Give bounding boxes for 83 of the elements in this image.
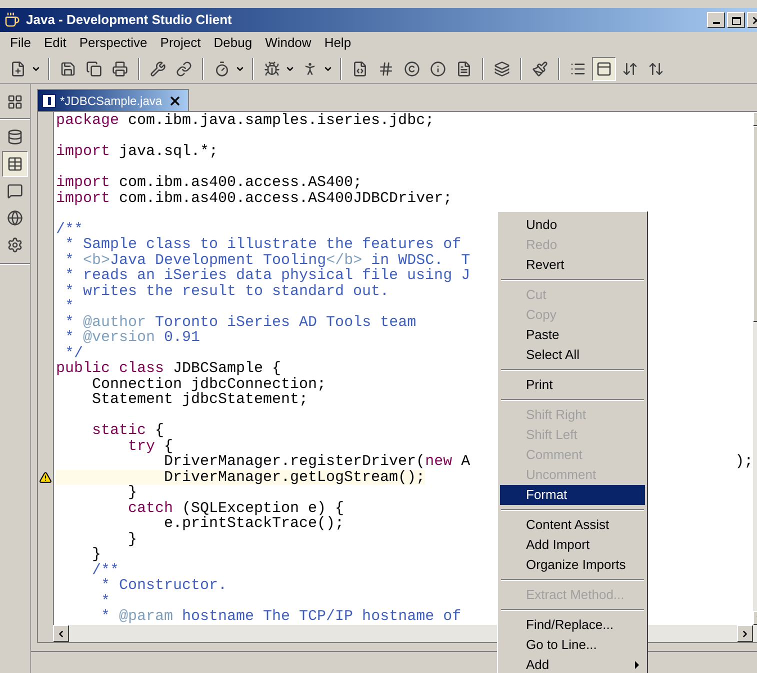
brush-icon (532, 60, 548, 76)
menu-item[interactable]: Revert (500, 255, 645, 275)
code-line: DriverManager.registerDriver(new A (163, 454, 470, 470)
code-line: } (91, 547, 102, 562)
code-line: } (127, 532, 138, 547)
code-line: import com.ibm.as400.access.AS400JDBCDriver; (56, 190, 452, 206)
menu-item[interactable]: Edit (38, 33, 72, 53)
globe-icon (7, 210, 23, 226)
print-icon (112, 60, 128, 76)
code-line: public class JDBCSample { (56, 361, 282, 376)
code-line: } (127, 485, 138, 500)
menu-item[interactable]: File (4, 33, 37, 53)
code-line: catch (SQLException e) { (127, 500, 344, 516)
menu-item[interactable]: Add (500, 655, 645, 673)
code-line: import java.sql.*; (56, 144, 218, 160)
menu-item[interactable]: Organize Imports (500, 555, 645, 575)
menu-item[interactable]: Undo (500, 215, 645, 235)
menu-item[interactable]: Format (500, 485, 645, 505)
link-icon (176, 60, 192, 76)
minimize-button[interactable] (707, 12, 725, 28)
window-title: Java - Development Studio Client (26, 11, 233, 30)
layers-icon (494, 60, 510, 76)
close-icon (168, 94, 182, 108)
speech-bubble-icon (7, 183, 23, 199)
info-icon (430, 60, 446, 76)
code-line: e.printStackTrace(); (163, 516, 344, 532)
menu-item[interactable]: Help (318, 33, 358, 53)
code-line: * Constructor. (100, 578, 228, 594)
menu-item[interactable]: Perspective (73, 33, 154, 53)
code-line: * Sample class to illustrate the features of (64, 237, 462, 252)
code-line: * @version 0.91 (64, 330, 200, 346)
editor-tab[interactable]: *JDBCSample.java (37, 89, 190, 111)
java-file-icon (42, 94, 56, 108)
window-icon (596, 60, 612, 76)
file-code-icon (352, 60, 368, 76)
toolbar-button[interactable] (592, 56, 616, 80)
menu-item[interactable]: Paste (500, 325, 645, 345)
app-icon (4, 12, 20, 28)
file-text-icon (456, 60, 472, 76)
code-line: try { (127, 438, 174, 454)
database-icon (7, 129, 23, 145)
hash-icon (378, 60, 394, 76)
list-icon (570, 60, 586, 76)
code-line: * <b>Java Development Tooling</b> in WDSC. T (64, 252, 470, 268)
arrows-icon (622, 60, 638, 76)
table-icon (7, 156, 23, 172)
code-line: * reads an iSeries data physical file using J (64, 268, 470, 284)
toolbar-button[interactable] (2, 151, 28, 177)
code-line: * (100, 594, 110, 609)
bug-icon (264, 60, 280, 76)
code-line: import com.ibm.as400.access.AS400; (56, 175, 362, 190)
save-icon (60, 60, 76, 76)
code-line: * @param hostname The TCP/IP hostname of (100, 609, 462, 624)
code-line: * @author Toronto iSeries AD Tools team (64, 314, 416, 330)
menu-item[interactable]: Go to Line... (500, 635, 645, 655)
menu-item[interactable]: Find/Replace... (500, 615, 645, 635)
arrows-icon (648, 60, 664, 76)
menu-item[interactable]: Select All (500, 345, 645, 365)
menu-item[interactable]: Add Import (500, 535, 645, 555)
wrench-icon (150, 60, 166, 76)
code-text: ); (735, 454, 754, 470)
code-line: */ (65, 346, 84, 361)
menu-item[interactable]: Window (259, 33, 318, 53)
code-line: * writes the result to standard out. (64, 284, 390, 299)
maximize-button[interactable] (727, 12, 745, 28)
code-line: Statement jdbcStatement; (91, 392, 308, 408)
menu-item[interactable]: Project (154, 33, 207, 53)
new-file-icon (10, 60, 26, 76)
code-line: /** (91, 562, 120, 578)
code-line: Connection jdbcConnection; (91, 376, 326, 392)
menu-item[interactable]: Content Assist (500, 515, 645, 535)
code-line: package com.ibm.java.samples.iseries.jdbc; (56, 113, 434, 128)
grid-plus-icon (7, 94, 23, 110)
code-line: static { (91, 423, 164, 438)
menu-item[interactable]: Print (500, 375, 645, 395)
code-line: * (64, 299, 74, 314)
c-circle-icon (404, 60, 420, 76)
gear-icon (7, 237, 23, 253)
save-all-icon (86, 60, 102, 76)
timer-icon (214, 60, 230, 76)
code-line: /** (56, 222, 84, 237)
submenu-arrow-icon (635, 661, 639, 669)
menu-item[interactable]: Debug (208, 33, 258, 53)
